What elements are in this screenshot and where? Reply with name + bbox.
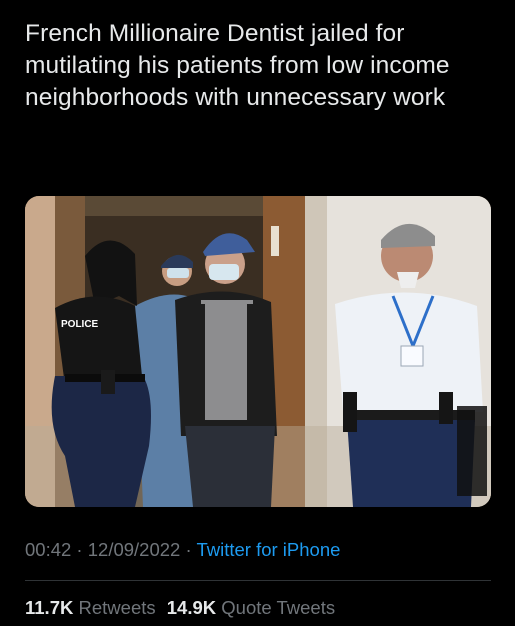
tweet-source-link[interactable]: Twitter for iPhone [196,539,340,560]
photo-bin [457,406,487,496]
retweets-label: Retweets [78,597,156,618]
photo-illustration: POLICE [25,196,491,507]
photo-vest-text: POLICE [61,319,99,330]
photo-dentist-trousers [185,426,275,507]
photo-dentist-vest-left [187,304,205,434]
tweet-photo[interactable]: POLICE [25,196,491,507]
quotes-count: 14.9K [166,597,217,618]
photo-officer2-holster [343,392,357,432]
photo-officer2-trousers [347,420,475,507]
retweets-count: 11.7K [25,597,74,618]
photo-officer-holster [101,370,115,394]
quote-tweets-stat[interactable]: 14.9K Quote Tweets [167,597,335,618]
tweet-date: 12/09/2022 [87,539,181,560]
tweet-time: 00:42 [25,539,72,560]
tweet-text: French Millionaire Dentist jailed for mu… [25,20,450,111]
photo-officer2-badge [400,345,424,367]
meta-separator-2: · [180,539,197,560]
photo-bg-officer-mask [167,268,189,278]
photo-officer2-radio [439,392,453,424]
tweet-meta: 00:42 · 12/09/2022 · Twitter for iPhone [25,538,340,562]
photo-door-header [85,196,265,216]
photo-dentist-shirt [201,300,253,420]
photo-officer-shirt [55,296,143,386]
retweets-stat[interactable]: 11.7K Retweets [25,597,156,618]
quotes-label: Quote Tweets [221,597,336,618]
photo-dentist-vest-right [247,304,269,434]
photo-dentist-mask [209,264,239,280]
tweet-stats: 11.7K Retweets 14.9K Quote Tweets [25,596,341,620]
divider [25,580,491,581]
meta-separator: · [71,539,88,560]
photo-door-sign [271,226,279,256]
